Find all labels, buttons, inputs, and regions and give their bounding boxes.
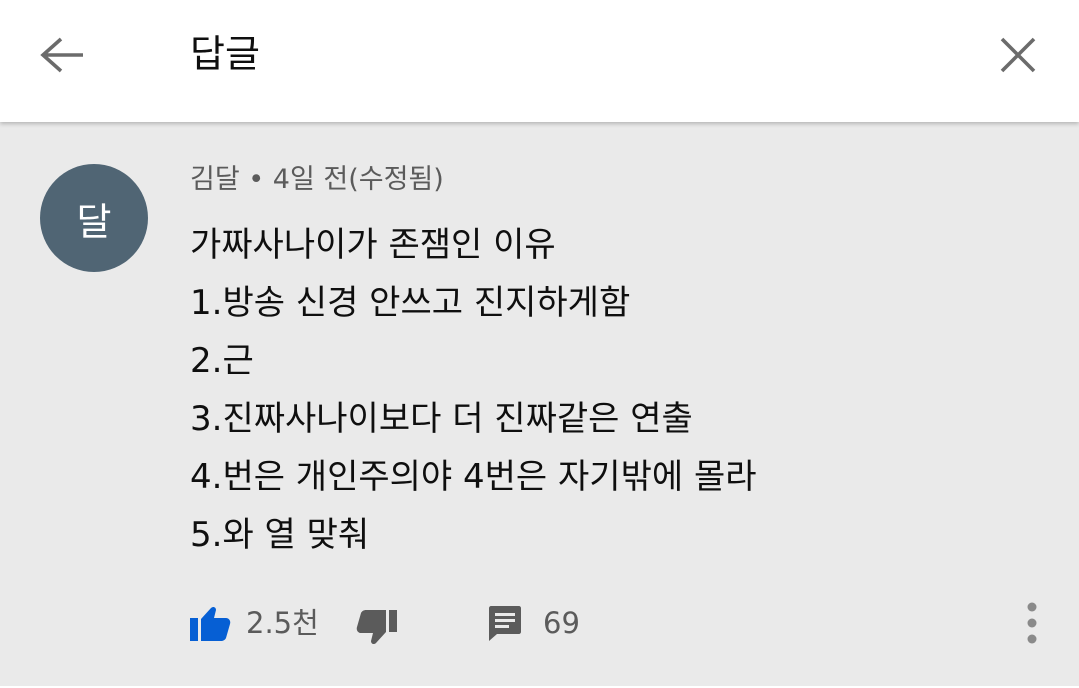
close-icon <box>1000 37 1036 73</box>
thumbs-up-icon <box>190 606 231 641</box>
dislike-button[interactable] <box>354 602 402 650</box>
reply-button[interactable] <box>484 602 526 644</box>
arrow-left-icon <box>40 37 83 73</box>
comment-meta: 김달 • 4일 전(수정됨) <box>190 164 444 195</box>
page-title: 답글 <box>190 32 260 76</box>
comment-line: 가짜사나이가 존잼인 이유 <box>190 225 556 265</box>
more-vert-icon <box>1027 602 1037 644</box>
comment-line: 3.진짜사나이보다 더 진짜같은 연출 <box>190 399 693 439</box>
like-count: 2.5천 <box>246 606 319 640</box>
comment-card: 달 김달 • 4일 전(수정됨) 가짜사나이가 존잼인 이유 1.방송 신경 안… <box>0 122 1079 688</box>
comment-icon <box>489 606 521 641</box>
thumbs-down-icon <box>356 610 397 645</box>
comment-body: 가짜사나이가 존잼인 이유 1.방송 신경 안쓰고 진지하게함 2.근 3.진짜… <box>190 216 1050 564</box>
comment-line: 5.와 열 맞춰 <box>190 515 370 555</box>
back-button[interactable] <box>28 26 96 84</box>
comment-line: 4.번은 개인주의야 4번은 자기밖에 몰라 <box>190 457 757 497</box>
comment-actions: 2.5천 69 <box>0 598 1079 648</box>
app-header: 답글 <box>0 0 1079 122</box>
avatar[interactable]: 달 <box>40 164 148 272</box>
more-options-button[interactable] <box>1012 598 1052 648</box>
comment-line: 1.방송 신경 안쓰고 진지하게함 <box>190 283 631 323</box>
close-button[interactable] <box>988 26 1048 84</box>
like-button[interactable] <box>186 602 234 644</box>
comment-line: 2.근 <box>190 341 254 381</box>
reply-count: 69 <box>543 606 580 640</box>
